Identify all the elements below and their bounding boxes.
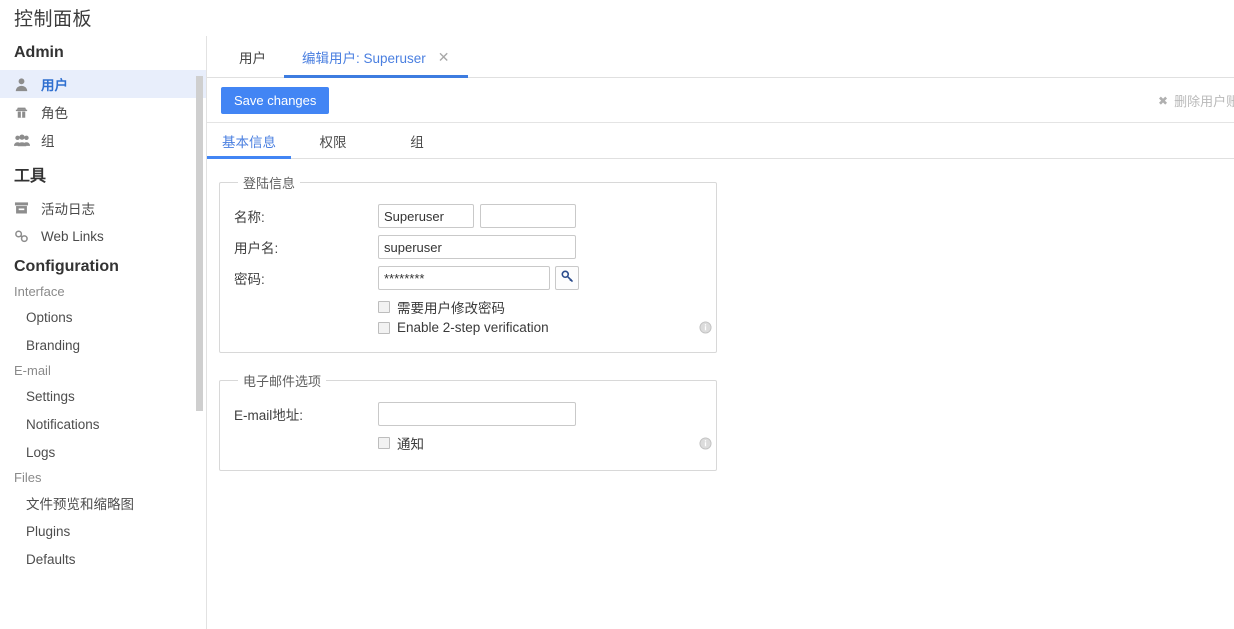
sidebar-item-options[interactable]: Options — [0, 303, 207, 331]
link-icon — [14, 228, 34, 244]
tab-strip: 用户 编辑用户: Superuser ✕ — [207, 36, 1234, 78]
activity-log-icon — [14, 200, 34, 216]
sidebar-scrollbar[interactable] — [196, 76, 203, 411]
subtab-permissions[interactable]: 权限 — [291, 123, 375, 158]
two-step-verification-label: Enable 2-step verification — [397, 320, 549, 335]
sidebar-item-roles[interactable]: 角色 — [0, 98, 207, 126]
last-name-input[interactable] — [480, 204, 576, 228]
force-password-change-row: 需要用户修改密码 — [378, 297, 702, 317]
email-options-fieldset: 电子邮件选项 E-mail地址: 通知 — [219, 371, 717, 471]
two-step-verification-row: Enable 2-step verification — [378, 320, 712, 335]
notify-checkbox[interactable] — [378, 437, 390, 449]
tab-users[interactable]: 用户 — [221, 36, 284, 77]
subtab-groups[interactable]: 组 — [375, 123, 459, 158]
tab-edit-user[interactable]: 编辑用户: Superuser ✕ — [284, 36, 468, 78]
email-address-row: E-mail地址: — [234, 402, 702, 426]
sidebar-subheading-files: Files — [14, 470, 42, 485]
delete-user-account-button[interactable]: ✖ 删除用户账 — [1158, 78, 1234, 123]
role-spy-icon — [14, 104, 34, 120]
password-label: 密码: — [234, 272, 265, 287]
password-input[interactable] — [378, 266, 550, 290]
subtab-label: 组 — [410, 134, 424, 150]
subtab-label: 权限 — [319, 134, 347, 150]
close-x-icon: ✖ — [1158, 93, 1169, 108]
sidebar-item-users[interactable]: 用户 — [0, 70, 207, 98]
email-address-input[interactable] — [378, 402, 576, 426]
sidebar-item-label: 角色 — [41, 106, 68, 121]
info-icon[interactable] — [699, 321, 712, 334]
group-icon — [14, 132, 34, 148]
password-row: 密码: — [234, 266, 702, 290]
sidebar-item-plugins[interactable]: Plugins — [0, 517, 207, 545]
sidebar: Admin 用户 角色 组 工具 活动日志 Web Links Configur… — [0, 36, 207, 629]
sidebar-item-web-links[interactable]: Web Links — [0, 222, 207, 250]
sidebar-item-file-previews[interactable]: 文件预览和缩略图 — [0, 489, 207, 517]
sidebar-item-logs[interactable]: Logs — [0, 438, 207, 466]
sidebar-heading-configuration: Configuration — [14, 258, 119, 275]
email-address-label: E-mail地址: — [234, 408, 304, 423]
info-icon[interactable] — [699, 436, 712, 450]
sidebar-item-label: 用户 — [41, 78, 68, 93]
tab-label: 用户 — [239, 50, 266, 66]
sidebar-heading-admin: Admin — [14, 44, 64, 61]
key-icon-button[interactable] — [555, 266, 579, 290]
main-panel: 用户 编辑用户: Superuser ✕ Save changes ✖ 删除用户… — [207, 36, 1234, 629]
sidebar-item-branding[interactable]: Branding — [0, 331, 207, 359]
sidebar-item-label: 活动日志 — [41, 202, 95, 217]
force-password-change-label: 需要用户修改密码 — [397, 301, 505, 316]
key-icon — [561, 270, 574, 286]
user-icon — [14, 76, 34, 92]
notify-label: 通知 — [397, 437, 424, 452]
sidebar-item-settings[interactable]: Settings — [0, 382, 207, 410]
login-info-legend: 登陆信息 — [243, 176, 296, 191]
sidebar-item-defaults[interactable]: Defaults — [0, 545, 207, 573]
sub-tab-strip: 基本信息 权限 组 — [207, 123, 1234, 159]
form-area: 登陆信息 名称: 用户名: 密码: — [207, 159, 1234, 471]
first-name-input[interactable] — [378, 204, 474, 228]
force-password-change-checkbox[interactable] — [378, 301, 390, 313]
save-changes-button[interactable]: Save changes — [221, 86, 330, 114]
sidebar-item-notifications[interactable]: Notifications — [0, 410, 207, 438]
username-row: 用户名: — [234, 235, 702, 259]
name-label: 名称: — [234, 210, 265, 225]
sidebar-subheading-interface: Interface — [14, 284, 65, 299]
notify-row: 通知 — [378, 433, 712, 453]
username-input[interactable] — [378, 235, 576, 259]
sidebar-item-label: Web Links — [41, 228, 104, 244]
login-info-fieldset: 登陆信息 名称: 用户名: 密码: — [219, 173, 717, 353]
app-root: 控制面板 Admin 用户 角色 组 工具 活动日志 Web Links Con… — [0, 0, 1234, 629]
name-row: 名称: — [234, 204, 702, 228]
subtab-basic-info[interactable]: 基本信息 — [207, 123, 291, 159]
delete-user-label: 删除用户账 — [1174, 94, 1234, 109]
subtab-label: 基本信息 — [222, 134, 276, 150]
sidebar-content: Admin 用户 角色 组 工具 活动日志 Web Links Configur… — [0, 36, 207, 573]
tab-label: 编辑用户: Superuser — [302, 50, 426, 66]
username-label: 用户名: — [234, 241, 279, 256]
close-icon[interactable]: ✕ — [438, 50, 450, 64]
sidebar-heading-tools: 工具 — [14, 168, 47, 185]
two-step-verification-checkbox[interactable] — [378, 321, 390, 334]
sidebar-item-groups[interactable]: 组 — [0, 126, 207, 154]
sidebar-subheading-email: E-mail — [14, 363, 51, 378]
sidebar-item-activity-log[interactable]: 活动日志 — [0, 194, 207, 222]
email-options-legend: 电子邮件选项 — [243, 374, 322, 389]
sidebar-item-label: 组 — [41, 134, 55, 149]
page-title: 控制面板 — [14, 9, 93, 30]
toolbar: Save changes ✖ 删除用户账 — [207, 78, 1234, 123]
